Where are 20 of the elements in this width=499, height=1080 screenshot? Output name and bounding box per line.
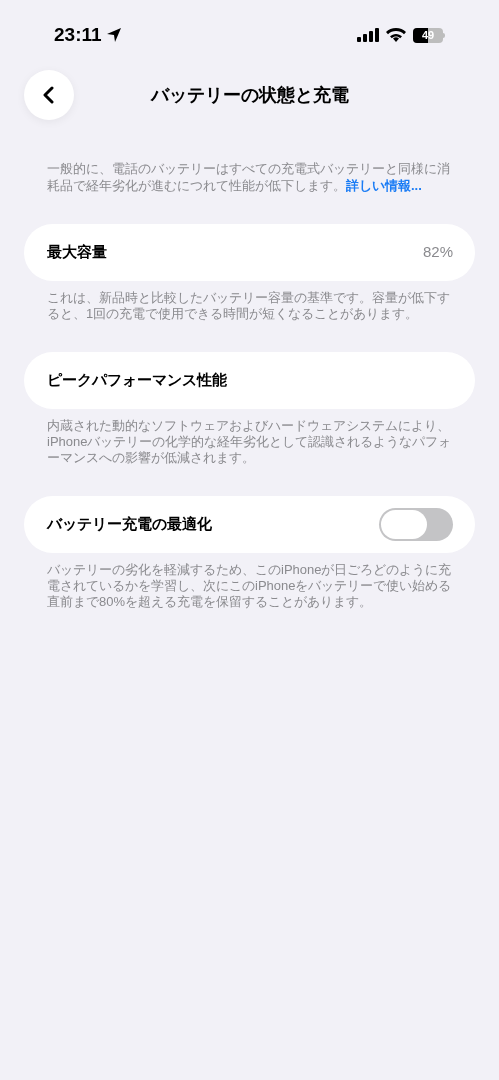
- row-label: バッテリー充電の最適化: [47, 514, 212, 535]
- section-footer: これは、新品時と比較したバッテリー容量の基準です。容量が低下すると、1回の充電で使用できる時間が短くなることがあります。: [47, 290, 457, 322]
- learn-more-link[interactable]: 詳しい情報...: [346, 178, 422, 193]
- back-button[interactable]: [24, 70, 74, 120]
- toggle-switch[interactable]: [379, 508, 453, 541]
- back-icon: [42, 86, 56, 104]
- battery-icon: 49: [413, 27, 445, 43]
- page-title: バッテリーの状態と充電: [150, 83, 349, 107]
- section-footer: 内蔵された動的なソフトウェアおよびハードウェアシステムにより、iPhoneバッテリーの化学的な経年劣化として認識されるようなパフォーマンスへの影響が低減されます。: [47, 418, 457, 466]
- section-footer: バッテリーの劣化を軽減するため、このiPhoneが日ごろどのように充電されているかを学習し、次にこのiPhoneをバッテリーで使い始める直前まで80%を超える充電を保留することがあります。: [47, 562, 457, 610]
- location-arrow-icon: [105, 27, 122, 43]
- settings-row[interactable]: 最大容量 82%: [24, 224, 475, 281]
- row-value: 82%: [422, 242, 453, 263]
- wifi-icon: [386, 28, 406, 42]
- intro-text: 一般的に、電話のバッテリーはすべての充電式バッテリーと同様に消耗品で経年劣化が進むにつれて性能が低下します。詳しい情報...: [47, 160, 451, 194]
- settings-row[interactable]: ピークパフォーマンス性能: [24, 352, 475, 409]
- signal-icon: [357, 28, 379, 42]
- row-label: 最大容量: [47, 242, 107, 263]
- row-label: ピークパフォーマンス性能: [47, 370, 227, 391]
- clock: 23:11: [54, 22, 102, 47]
